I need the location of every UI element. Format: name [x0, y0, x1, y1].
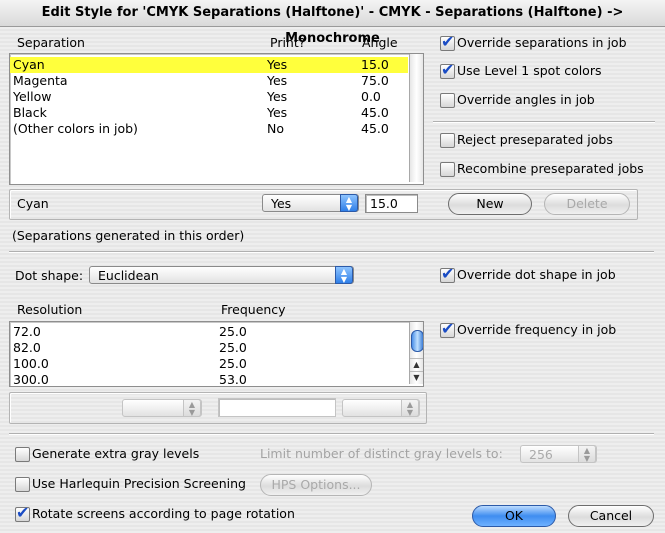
- override-dot-shape-checkbox[interactable]: ✔: [440, 264, 455, 283]
- harlequin-screening-label: Use Harlequin Precision Screening: [32, 476, 246, 491]
- separation-print: No: [267, 121, 284, 136]
- dot-shape-popup[interactable]: Euclidean ▲ ▼: [89, 266, 354, 284]
- checkmark-icon: ✔: [441, 319, 455, 338]
- scrollbar-thumb[interactable]: [411, 330, 423, 352]
- frequency-row[interactable]: 100.0 25.0: [10, 356, 408, 372]
- gray-levels-value: 256: [529, 447, 553, 462]
- separation-print: Yes: [267, 57, 288, 72]
- frequency-value: 25.0: [219, 324, 247, 339]
- override-separations-checkbox[interactable]: ✔: [440, 32, 455, 51]
- divider: [433, 121, 655, 123]
- angle-input-value: 15.0: [370, 196, 398, 211]
- frequency-row[interactable]: 72.0 25.0: [10, 324, 408, 340]
- selected-separation-name: Cyan: [17, 196, 49, 211]
- rotate-screens-label: Rotate screens according to page rotatio…: [32, 506, 295, 521]
- frequency-value: 25.0: [219, 356, 247, 371]
- frequency-row[interactable]: 82.0 25.0: [10, 340, 408, 356]
- separation-name: Magenta: [13, 73, 68, 88]
- frequency-popup[interactable]: ▲ ▼: [342, 399, 420, 417]
- frequency-list[interactable]: 72.0 25.0 82.0 25.0 100.0 25.0 300.0 53.…: [9, 321, 424, 387]
- level1-spot-colors-label: Use Level 1 spot colors: [457, 63, 602, 78]
- separation-column-header: Separation: [17, 35, 85, 50]
- gray-levels-popup[interactable]: 256 ▲ ▼: [520, 445, 597, 463]
- dot-shape-label: Dot shape:: [15, 268, 84, 283]
- ok-button[interactable]: OK: [472, 505, 556, 527]
- divider: [9, 251, 654, 253]
- override-angles-label: Override angles in job: [457, 92, 595, 107]
- resolution-value: 82.0: [13, 340, 41, 355]
- separation-list-scrollbar[interactable]: [409, 54, 423, 182]
- frequency-column-header: Frequency: [221, 302, 286, 317]
- recombine-preseparated-label: Recombine preseparated jobs: [457, 161, 644, 176]
- frequency-value: 25.0: [219, 340, 247, 355]
- frequency-row[interactable]: 300.0 53.0: [10, 372, 408, 387]
- separation-angle: 75.0: [361, 73, 389, 88]
- updown-arrows-icon: ▲ ▼: [340, 194, 358, 212]
- override-frequency-label: Override frequency in job: [457, 322, 617, 337]
- separation-name: (Other colors in job): [13, 121, 138, 136]
- print-popup-value: Yes: [271, 196, 292, 211]
- reject-preseparated-label: Reject preseparated jobs: [457, 132, 613, 147]
- separation-print: Yes: [267, 105, 288, 120]
- separation-row-other[interactable]: (Other colors in job) No 45.0: [10, 121, 408, 137]
- generate-extra-gray-checkbox[interactable]: [15, 447, 30, 462]
- generate-extra-gray-label: Generate extra gray levels: [32, 446, 200, 461]
- checkmark-icon: ✔: [441, 60, 455, 79]
- updown-arrows-icon: ▲ ▼: [578, 445, 596, 463]
- resolution-value: 100.0: [13, 356, 49, 371]
- separation-angle: 45.0: [361, 105, 389, 120]
- reject-preseparated-checkbox[interactable]: [440, 133, 455, 148]
- updown-arrows-icon: ▲ ▼: [183, 399, 201, 417]
- separation-list[interactable]: Cyan Yes 15.0 Magenta Yes 75.0 Yellow Ye…: [9, 53, 424, 185]
- resolution-column-header: Resolution: [17, 302, 83, 317]
- separation-name: Yellow: [13, 89, 52, 104]
- separation-row-yellow[interactable]: Yellow Yes 0.0: [10, 89, 408, 105]
- checkmark-icon: ✔: [441, 264, 455, 283]
- print-column-header: Print?: [270, 35, 306, 50]
- frequency-list-scrollbar[interactable]: ▲ ▼: [409, 322, 423, 384]
- angle-input[interactable]: 15.0: [365, 194, 418, 213]
- separation-row-cyan[interactable]: Cyan Yes 15.0: [10, 57, 408, 73]
- separation-name: Cyan: [13, 57, 45, 72]
- rotate-screens-checkbox[interactable]: ✔: [15, 503, 30, 522]
- scroll-up-arrow-icon[interactable]: ▲: [410, 358, 423, 371]
- updown-arrows-icon: ▲ ▼: [335, 266, 353, 284]
- gray-levels-limit-label: Limit number of distinct gray levels to:: [260, 446, 503, 461]
- window-titlebar[interactable]: Edit Style for 'CMYK Separations (Halfto…: [0, 0, 665, 46]
- frequency-value: 53.0: [219, 372, 247, 387]
- resolution-value: 72.0: [13, 324, 41, 339]
- separation-print: Yes: [267, 89, 288, 104]
- separation-row-magenta[interactable]: Magenta Yes 75.0: [10, 73, 408, 89]
- resolution-popup[interactable]: ▲ ▼: [122, 399, 202, 417]
- delete-separation-button[interactable]: Delete: [544, 193, 630, 215]
- cancel-button[interactable]: Cancel: [568, 505, 654, 527]
- separation-print: Yes: [267, 73, 288, 88]
- separation-angle: 45.0: [361, 121, 389, 136]
- divider: [9, 433, 654, 435]
- hps-options-button[interactable]: HPS Options...: [260, 474, 372, 496]
- separations-order-note: (Separations generated in this order): [12, 228, 245, 243]
- angle-column-header: Angle: [362, 35, 398, 50]
- separation-name: Black: [13, 105, 47, 120]
- recombine-preseparated-checkbox[interactable]: [440, 162, 455, 177]
- override-angles-checkbox[interactable]: [440, 93, 455, 108]
- new-separation-button[interactable]: New: [448, 193, 532, 215]
- frequency-input[interactable]: [218, 398, 336, 417]
- scroll-down-arrow-icon[interactable]: ▼: [410, 371, 423, 384]
- harlequin-screening-checkbox[interactable]: [15, 477, 30, 492]
- separation-angle: 0.0: [361, 89, 381, 104]
- resolution-value: 300.0: [13, 372, 49, 387]
- checkmark-icon: ✔: [441, 32, 455, 51]
- print-popup[interactable]: Yes ▲ ▼: [262, 194, 359, 212]
- updown-arrows-icon: ▲ ▼: [401, 399, 419, 417]
- override-frequency-checkbox[interactable]: ✔: [440, 319, 455, 338]
- override-separations-label: Override separations in job: [457, 35, 627, 50]
- separation-angle: 15.0: [361, 57, 389, 72]
- separation-row-black[interactable]: Black Yes 45.0: [10, 105, 408, 121]
- override-dot-shape-label: Override dot shape in job: [457, 267, 616, 282]
- dot-shape-value: Euclidean: [98, 268, 159, 283]
- level1-spot-colors-checkbox[interactable]: ✔: [440, 60, 455, 79]
- checkmark-icon: ✔: [16, 503, 30, 522]
